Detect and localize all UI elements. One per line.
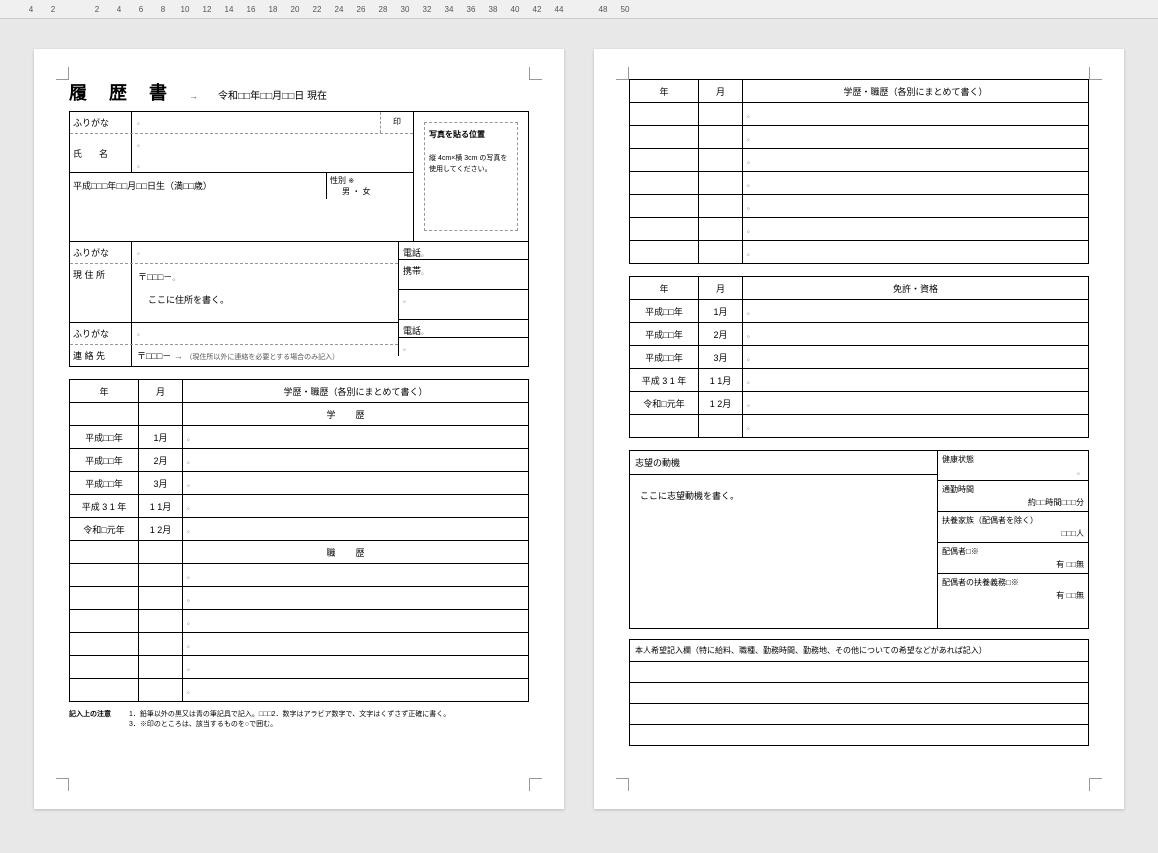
- stamp-cell: 印: [380, 112, 413, 133]
- motivation-row: 志望の動機 ここに志望動機を書く。 健康状態。 通勤時間約□□時間□□□分 扶養…: [629, 450, 1089, 629]
- furigana-label: ふりがな: [70, 112, 132, 133]
- motivation-field[interactable]: ここに志望動機を書く。: [630, 475, 937, 628]
- personal-info-box: ふりがな 。 印 氏 名 。。 平成□□□年□□月□□日生（満□□歳） 性別 ※…: [69, 111, 529, 242]
- document-title: 履 歴 書: [69, 79, 169, 105]
- arrow-icon: →: [189, 91, 198, 101]
- contact-label: 連 絡 先: [70, 345, 132, 366]
- address-section: ふりがな。 現 住 所 〒□□□－。 ここに住所を書く。 ふりがな。 連 絡 先…: [69, 242, 529, 367]
- gender-cell[interactable]: 性別 ※ 男 ・ 女: [326, 173, 413, 199]
- history-table-1: 年月学歴・職歴（各別にまとめて書く） 学歴 平成□□年1月。 平成□□年2月。 …: [69, 379, 529, 702]
- name-field[interactable]: 。。: [132, 134, 413, 172]
- history-table-2: 年月学歴・職歴（各別にまとめて書く） 。 。 。 。 。 。 。: [629, 79, 1089, 264]
- address-field[interactable]: 〒□□□－。 ここに住所を書く。: [132, 264, 398, 322]
- address-label: 現 住 所: [70, 264, 132, 322]
- photo-area: 写真を貼る位置 縦 4cm×横 3cm の写真を使用してください。: [413, 112, 528, 241]
- side-info-box: 健康状態。 通勤時間約□□時間□□□分 扶養家族（配偶者を除く）□□□人 配偶者…: [938, 450, 1089, 629]
- phone-cell[interactable]: 電話。: [398, 242, 528, 260]
- footnote: 記入上の注意 1．鉛筆以外の黒又は青の筆記具で記入。□□□2．数字はアラビア数字…: [69, 710, 529, 730]
- document-workspace: 履 歴 書 → 令和□□年□□月□□日 現在 ふりがな 。 印 氏 名 。。 平…: [0, 19, 1158, 839]
- wish-box: 本人希望記入欄（特に給料、職種、勤務時間、勤務地、その他についての希望などがあれ…: [629, 639, 1089, 746]
- horizontal-ruler: 4224681012141618202224262830323436384042…: [0, 0, 1158, 19]
- mobile-cell[interactable]: 携帯。: [398, 260, 528, 290]
- motivation-box: 志望の動機 ここに志望動機を書く。: [629, 450, 938, 629]
- furigana-field[interactable]: 。: [132, 112, 380, 133]
- name-label: 氏 名: [70, 134, 132, 172]
- page-1: 履 歴 書 → 令和□□年□□月□□日 現在 ふりがな 。 印 氏 名 。。 平…: [34, 49, 564, 809]
- date-line: 令和□□年□□月□□日 現在: [218, 87, 327, 102]
- dob-field[interactable]: 平成□□□年□□月□□日生（満□□歳）: [70, 173, 326, 199]
- photo-placeholder[interactable]: 写真を貼る位置 縦 4cm×横 3cm の写真を使用してください。: [424, 122, 518, 231]
- license-table: 年月免許・資格 平成□□年1月。 平成□□年2月。 平成□□年3月。 平成 3 …: [629, 276, 1089, 438]
- phone-cell-2[interactable]: 電話。: [398, 320, 528, 338]
- contact-field[interactable]: 〒□□□－ → （現住所以外に連絡を必要とする場合のみ記入）: [132, 345, 398, 366]
- page-2: 年月学歴・職歴（各別にまとめて書く） 。 。 。 。 。 。 。 年月免許・資格…: [594, 49, 1124, 809]
